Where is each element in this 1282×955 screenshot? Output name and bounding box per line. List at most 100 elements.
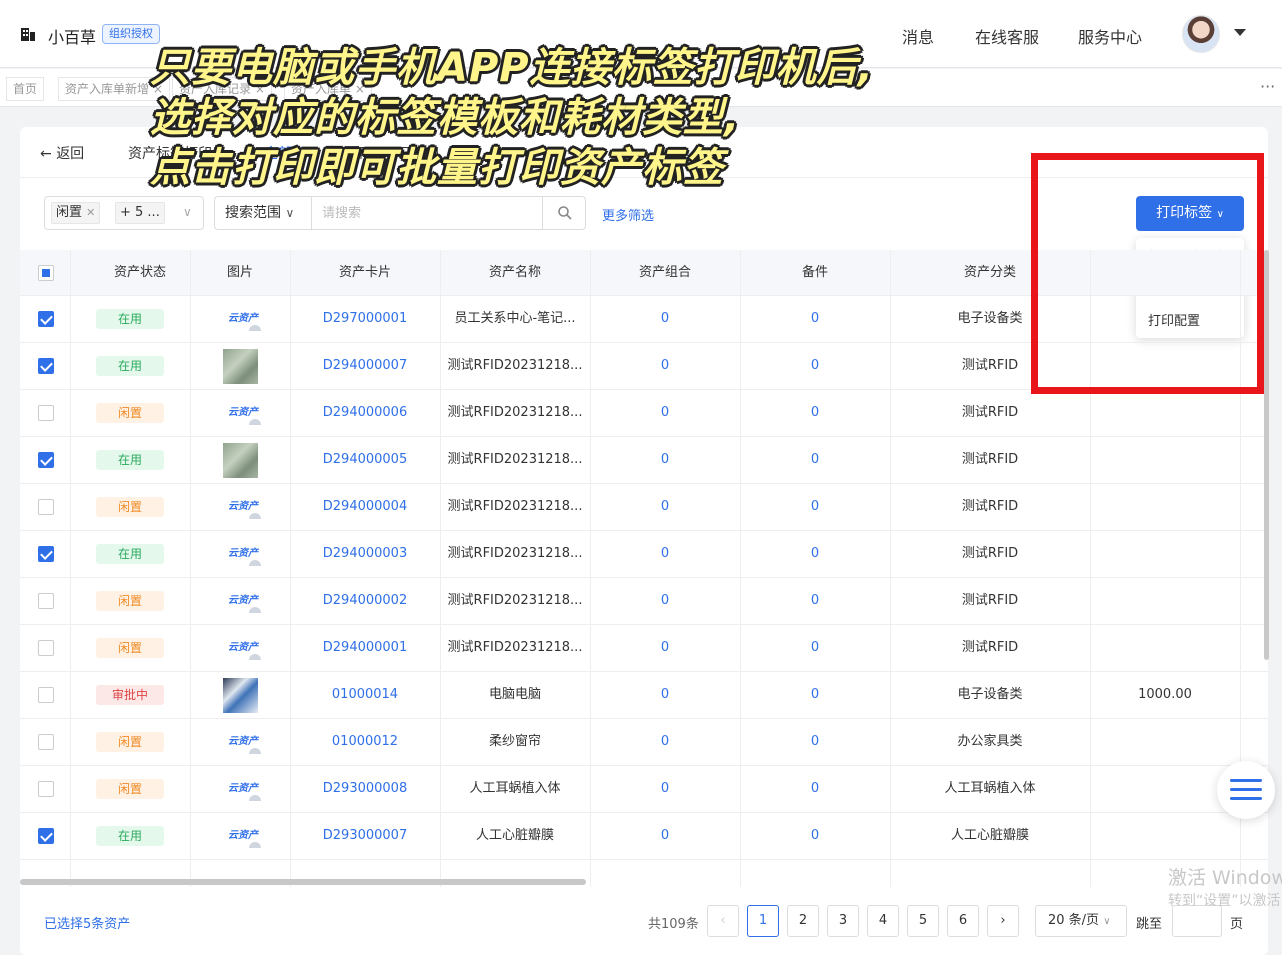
asset-photo[interactable] bbox=[223, 678, 258, 713]
search-scope-select[interactable]: 搜索范围 ∨ bbox=[214, 196, 312, 230]
asset-combo-count[interactable]: 0 bbox=[590, 437, 740, 483]
asset-photo[interactable] bbox=[223, 349, 258, 384]
spare-count[interactable]: 0 bbox=[740, 343, 890, 389]
floating-menu-button[interactable] bbox=[1217, 761, 1275, 819]
asset-combo-count[interactable]: 0 bbox=[590, 484, 740, 530]
spare-count[interactable]: 0 bbox=[740, 719, 890, 765]
asset-combo-count[interactable]: 0 bbox=[590, 343, 740, 389]
asset-card-link[interactable]: D294000007 bbox=[290, 343, 440, 389]
row-checkbox[interactable] bbox=[38, 452, 54, 468]
table-row[interactable]: 在用 云资产 D294000003 测试RFID20231218... 0 0 测试RFID bbox=[20, 531, 1268, 578]
spare-count[interactable]: 0 bbox=[740, 437, 890, 483]
asset-card-link[interactable]: D293000007 bbox=[290, 813, 440, 859]
asset-combo-count[interactable]: 0 bbox=[590, 296, 740, 342]
asset-combo-count[interactable]: 0 bbox=[590, 813, 740, 859]
asset-name: 测试RFID20231218... bbox=[447, 358, 583, 373]
more-tabs-icon[interactable]: ··· bbox=[1260, 77, 1275, 96]
select-all-checkbox[interactable] bbox=[38, 265, 54, 281]
table-row[interactable]: 闲置 云资产 D294000002 测试RFID20231218... 0 0 测试RFID bbox=[20, 578, 1268, 625]
vertical-scrollbar[interactable] bbox=[1264, 250, 1269, 660]
row-checkbox[interactable] bbox=[38, 828, 54, 844]
table-row[interactable]: 闲置 云资产 D294000004 测试RFID20231218... 0 0 测试RFID bbox=[20, 484, 1268, 531]
row-checkbox[interactable] bbox=[38, 640, 54, 656]
asset-card-link[interactable]: D297000001 bbox=[290, 296, 440, 342]
table-row[interactable]: 闲置 云资产 D294000006 测试RFID20231218... 0 0 测试RFID bbox=[20, 390, 1268, 437]
status-filter-select[interactable]: 闲置 ✕ + 5 ... ∨ bbox=[44, 196, 204, 230]
online-service-link[interactable]: 在线客服 bbox=[975, 24, 1039, 48]
row-checkbox[interactable] bbox=[38, 687, 54, 703]
spare-count[interactable]: 0 bbox=[740, 578, 890, 624]
col-divider bbox=[190, 250, 191, 887]
status-chip[interactable]: 闲置 ✕ bbox=[51, 202, 101, 224]
asset-card-link[interactable]: D294000006 bbox=[290, 390, 440, 436]
status-badge: 在用 bbox=[96, 826, 164, 846]
horizontal-scrollbar[interactable] bbox=[20, 879, 586, 885]
spare-count[interactable]: 0 bbox=[740, 484, 890, 530]
table-row[interactable]: 闲置 云资产 D293000008 人工耳蜗植入体 0 0 人工耳蜗植入体 bbox=[20, 766, 1268, 813]
asset-combo-count[interactable]: 0 bbox=[590, 672, 740, 718]
asset-combo-count[interactable]: 0 bbox=[590, 578, 740, 624]
spare-count[interactable]: 0 bbox=[740, 813, 890, 859]
row-checkbox[interactable] bbox=[38, 593, 54, 609]
page-button[interactable]: 5 bbox=[907, 905, 939, 937]
asset-card-link[interactable]: D294000001 bbox=[290, 625, 440, 671]
table-row[interactable]: 闲置 云资产 D294000001 测试RFID20231218... 0 0 测试RFID bbox=[20, 625, 1268, 672]
prev-page-button[interactable]: ‹ bbox=[707, 905, 739, 937]
col-divider bbox=[740, 250, 741, 887]
row-checkbox[interactable] bbox=[38, 546, 54, 562]
search-input[interactable] bbox=[312, 197, 542, 229]
asset-card-link[interactable]: D294000005 bbox=[290, 437, 440, 483]
page-button[interactable]: 4 bbox=[867, 905, 899, 937]
page-tab-home[interactable]: 首页 bbox=[6, 77, 45, 101]
asset-card-link[interactable]: 01000012 bbox=[290, 719, 440, 765]
row-checkbox[interactable] bbox=[38, 734, 54, 750]
cloud-asset-logo: 云资产 bbox=[223, 591, 263, 613]
page-button[interactable]: 3 bbox=[827, 905, 859, 937]
asset-name: 测试RFID20231218... bbox=[447, 546, 583, 561]
table-row[interactable]: 在用 云资产 D293000007 人工心脏瓣膜 0 0 人工心脏瓣膜 bbox=[20, 813, 1268, 860]
spare-count[interactable]: 0 bbox=[740, 296, 890, 342]
service-center-link[interactable]: 服务中心 bbox=[1078, 24, 1142, 48]
close-icon[interactable]: ✕ bbox=[86, 206, 95, 219]
asset-card-link[interactable]: D294000003 bbox=[290, 531, 440, 577]
row-checkbox[interactable] bbox=[38, 499, 54, 515]
asset-combo-count[interactable]: 0 bbox=[590, 625, 740, 671]
page-button[interactable]: 6 bbox=[947, 905, 979, 937]
table-row[interactable]: 闲置 云资产 01000012 柔纱窗帘 0 0 办公家具类 bbox=[20, 719, 1268, 766]
spare-count[interactable]: 0 bbox=[740, 625, 890, 671]
more-filter-link[interactable]: 更多筛选 bbox=[602, 205, 654, 224]
page-size-select[interactable]: 20 条/页 ∨ bbox=[1035, 905, 1127, 937]
messages-link[interactable]: 消息 bbox=[902, 24, 934, 48]
asset-combo-count[interactable]: 0 bbox=[590, 766, 740, 812]
table-row[interactable]: 在用 D294000005 测试RFID20231218... 0 0 测试RFID bbox=[20, 437, 1268, 484]
search-button[interactable] bbox=[542, 197, 586, 229]
spare-count[interactable]: 0 bbox=[740, 766, 890, 812]
asset-combo-count[interactable]: 0 bbox=[590, 719, 740, 765]
asset-card-link[interactable]: 01000014 bbox=[290, 672, 440, 718]
windows-activation-title: 激活 Windows bbox=[1168, 867, 1282, 889]
asset-card-link[interactable]: D293000008 bbox=[290, 766, 440, 812]
asset-card-link[interactable]: D294000002 bbox=[290, 578, 440, 624]
col-divider bbox=[290, 250, 291, 887]
asset-combo-count[interactable]: 0 bbox=[590, 390, 740, 436]
asset-card-link[interactable]: D294000004 bbox=[290, 484, 440, 530]
asset-value bbox=[1090, 625, 1240, 671]
asset-combo-count[interactable]: 0 bbox=[590, 531, 740, 577]
back-button[interactable]: ← 返回 bbox=[40, 143, 84, 163]
page-button[interactable]: 2 bbox=[787, 905, 819, 937]
spare-count[interactable]: 0 bbox=[740, 531, 890, 577]
avatar[interactable] bbox=[1182, 15, 1220, 53]
asset-photo[interactable] bbox=[223, 443, 258, 478]
row-checkbox[interactable] bbox=[38, 358, 54, 374]
org-badge[interactable]: 组织授权 bbox=[102, 24, 160, 44]
table-row[interactable]: 审批中 01000014 电脑电脑 0 0 电子设备类 1000.00 bbox=[20, 672, 1268, 719]
spare-count[interactable]: 0 bbox=[740, 390, 890, 436]
status-badge: 在用 bbox=[96, 309, 164, 329]
spare-count[interactable]: 0 bbox=[740, 672, 890, 718]
row-checkbox[interactable] bbox=[38, 405, 54, 421]
user-menu-caret-icon[interactable] bbox=[1234, 29, 1246, 36]
row-checkbox[interactable] bbox=[38, 311, 54, 327]
next-page-button[interactable]: › bbox=[987, 905, 1019, 937]
row-checkbox[interactable] bbox=[38, 781, 54, 797]
page-button[interactable]: 1 bbox=[747, 905, 779, 937]
